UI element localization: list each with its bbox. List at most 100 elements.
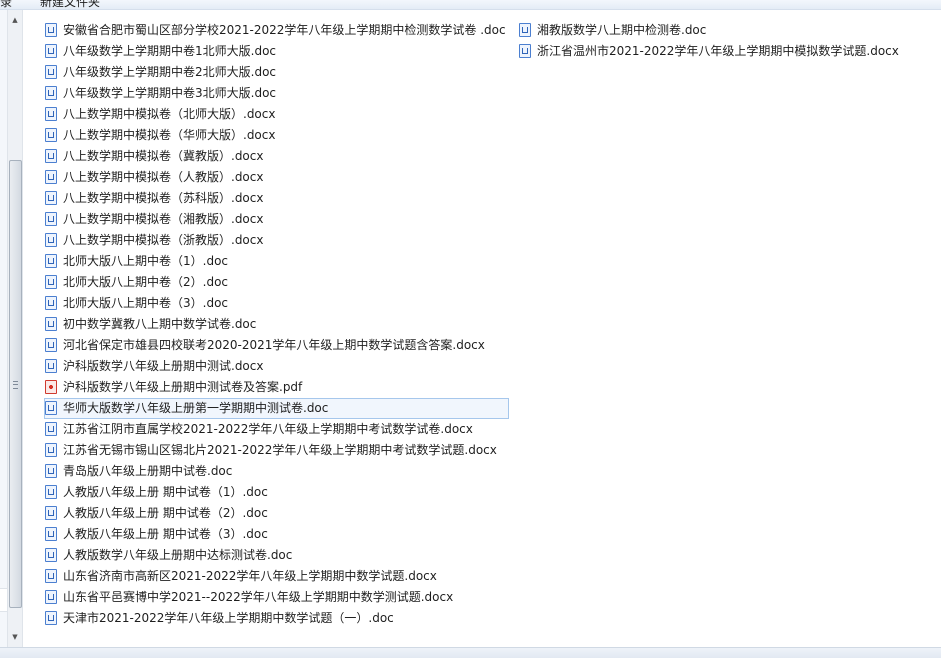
file-name: 华师大版数学八年级上册第一学期期中测试卷.doc <box>63 401 329 415</box>
file-item[interactable]: 北师大版八上期中卷（2）.doc <box>44 272 509 293</box>
vertical-scrollbar[interactable]: ▲ ▼ <box>7 10 23 647</box>
word-doc-icon <box>45 611 57 625</box>
file-item[interactable]: 八年级数学上学期期中卷2北师大版.doc <box>44 62 509 83</box>
file-item[interactable]: 沪科版数学八年级上册期中测试卷及答案.pdf <box>44 377 509 398</box>
file-item[interactable]: 八上数学期中模拟卷（人教版）.docx <box>44 167 509 188</box>
word-doc-icon <box>519 44 531 58</box>
scroll-down-arrow-icon[interactable]: ▼ <box>8 629 22 645</box>
word-doc-icon <box>45 254 57 268</box>
file-name: 河北省保定市雄县四校联考2020-2021学年八年级上期中数学试题含答案.doc… <box>63 338 485 352</box>
toolbar: 录 新建文件夹 <box>0 0 941 10</box>
word-doc-icon <box>45 107 57 121</box>
file-name: 人教版八年级上册 期中试卷（2）.doc <box>63 506 268 520</box>
file-name: 八上数学期中模拟卷（北师大版）.docx <box>63 107 276 121</box>
file-item[interactable]: 人教版八年级上册 期中试卷（2）.doc <box>44 503 509 524</box>
file-name: 北师大版八上期中卷（1）.doc <box>63 254 229 268</box>
file-column-1: 安徽省合肥市蜀山区部分学校2021-2022学年八年级上学期期中检测数学试卷 .… <box>44 20 509 629</box>
word-doc-icon <box>45 527 57 541</box>
file-name: 初中数学冀教八上期中数学试卷.doc <box>63 317 257 331</box>
file-list-view: 安徽省合肥市蜀山区部分学校2021-2022学年八年级上学期期中检测数学试卷 .… <box>22 10 941 647</box>
word-doc-icon <box>45 296 57 310</box>
file-item[interactable]: 八上数学期中模拟卷（北师大版）.docx <box>44 104 509 125</box>
pdf-icon <box>45 380 57 394</box>
file-item[interactable]: 河北省保定市雄县四校联考2020-2021学年八年级上期中数学试题含答案.doc… <box>44 335 509 356</box>
file-name: 八上数学期中模拟卷（湘教版）.docx <box>63 212 264 226</box>
word-doc-icon <box>45 86 57 100</box>
word-doc-icon <box>45 212 57 226</box>
navigation-pane-scroll[interactable] <box>0 588 7 612</box>
file-item[interactable]: 山东省济南市高新区2021-2022学年八年级上学期期中数学试题.docx <box>44 566 509 587</box>
file-item[interactable]: 青岛版八年级上册期中试卷.doc <box>44 461 509 482</box>
word-doc-icon <box>45 44 57 58</box>
file-name: 青岛版八年级上册期中试卷.doc <box>63 464 233 478</box>
word-doc-icon <box>45 464 57 478</box>
file-item[interactable]: 人教版八年级上册 期中试卷（3）.doc <box>44 524 509 545</box>
file-item[interactable]: 安徽省合肥市蜀山区部分学校2021-2022学年八年级上学期期中检测数学试卷 .… <box>44 20 509 41</box>
file-name: 八上数学期中模拟卷（浙教版）.docx <box>63 233 264 247</box>
file-name: 八上数学期中模拟卷（人教版）.docx <box>63 170 264 184</box>
word-doc-icon <box>45 170 57 184</box>
file-name: 八年级数学上学期期中卷2北师大版.doc <box>63 65 277 79</box>
new-folder-button[interactable]: 新建文件夹 <box>40 0 100 9</box>
file-item[interactable]: 八上数学期中模拟卷（华师大版）.docx <box>44 125 509 146</box>
file-name: 江苏省江阴市直属学校2021-2022学年八年级上学期期中考试数学试卷.docx <box>63 422 473 436</box>
file-name: 人教版八年级上册 期中试卷（3）.doc <box>63 527 268 541</box>
file-item[interactable]: 江苏省江阴市直属学校2021-2022学年八年级上学期期中考试数学试卷.docx <box>44 419 509 440</box>
file-name: 山东省济南市高新区2021-2022学年八年级上学期期中数学试题.docx <box>63 569 437 583</box>
word-doc-icon <box>519 23 531 37</box>
file-name: 人教版八年级上册 期中试卷（1）.doc <box>63 485 268 499</box>
file-name: 八年级数学上学期期中卷1北师大版.doc <box>63 44 277 58</box>
word-doc-icon <box>45 506 57 520</box>
file-name: 人教版数学八年级上册期中达标测试卷.doc <box>63 548 293 562</box>
scrollbar-thumb[interactable] <box>9 160 22 608</box>
file-name: 八上数学期中模拟卷（冀教版）.docx <box>63 149 264 163</box>
file-item[interactable]: 北师大版八上期中卷（3）.doc <box>44 293 509 314</box>
file-name: 北师大版八上期中卷（2）.doc <box>63 275 229 289</box>
file-name: 沪科版数学八年级上册期中测试卷及答案.pdf <box>63 380 303 394</box>
word-doc-icon <box>45 569 57 583</box>
status-bar <box>0 647 941 658</box>
word-doc-icon <box>45 485 57 499</box>
file-item[interactable]: 湘教版数学八上期中检测卷.doc <box>518 20 902 41</box>
file-item[interactable]: 北师大版八上期中卷（1）.doc <box>44 251 509 272</box>
word-doc-icon <box>45 191 57 205</box>
file-item[interactable]: 山东省平邑赛博中学2021--2022学年八年级上学期期中数学测试题.docx <box>44 587 509 608</box>
file-name: 沪科版数学八年级上册期中测试.docx <box>63 359 264 373</box>
file-name: 江苏省无锡市锡山区锡北片2021-2022学年八年级上学期期中考试数学试题.do… <box>63 443 497 457</box>
file-item[interactable]: 八上数学期中模拟卷（冀教版）.docx <box>44 146 509 167</box>
word-doc-icon <box>45 359 57 373</box>
file-name: 安徽省合肥市蜀山区部分学校2021-2022学年八年级上学期期中检测数学试卷 .… <box>63 23 506 37</box>
file-item[interactable]: 人教版八年级上册 期中试卷（1）.doc <box>44 482 509 503</box>
file-item[interactable]: 八上数学期中模拟卷（湘教版）.docx <box>44 209 509 230</box>
file-item[interactable]: 华师大版数学八年级上册第一学期期中测试卷.doc <box>44 398 509 419</box>
file-item[interactable]: 初中数学冀教八上期中数学试卷.doc <box>44 314 509 335</box>
file-item[interactable]: 沪科版数学八年级上册期中测试.docx <box>44 356 509 377</box>
file-name: 湘教版数学八上期中检测卷.doc <box>537 23 707 37</box>
word-doc-icon <box>45 422 57 436</box>
file-item[interactable]: 天津市2021-2022学年八年级上学期期中数学试题（一）.doc <box>44 608 509 629</box>
word-doc-icon <box>45 443 57 457</box>
scroll-up-arrow-icon[interactable]: ▲ <box>8 12 22 28</box>
word-doc-icon <box>45 401 57 415</box>
word-doc-icon <box>45 65 57 79</box>
file-item[interactable]: 江苏省无锡市锡山区锡北片2021-2022学年八年级上学期期中考试数学试题.do… <box>44 440 509 461</box>
file-name: 八上数学期中模拟卷（华师大版）.docx <box>63 128 276 142</box>
file-item[interactable]: 八年级数学上学期期中卷3北师大版.doc <box>44 83 509 104</box>
file-item[interactable]: 浙江省温州市2021-2022学年八年级上学期期中模拟数学试题.docx <box>518 41 902 62</box>
file-item[interactable]: 八上数学期中模拟卷（浙教版）.docx <box>44 230 509 251</box>
file-name: 天津市2021-2022学年八年级上学期期中数学试题（一）.doc <box>63 611 394 625</box>
word-doc-icon <box>45 275 57 289</box>
file-column-2: 湘教版数学八上期中检测卷.doc 浙江省温州市2021-2022学年八年级上学期期… <box>518 20 902 62</box>
word-doc-icon <box>45 590 57 604</box>
word-doc-icon <box>45 128 57 142</box>
file-name: 浙江省温州市2021-2022学年八年级上学期期中模拟数学试题.docx <box>537 44 899 58</box>
file-item[interactable]: 八年级数学上学期期中卷1北师大版.doc <box>44 41 509 62</box>
word-doc-icon <box>45 233 57 247</box>
toolbar-item[interactable]: 录 <box>0 0 12 9</box>
word-doc-icon <box>45 548 57 562</box>
word-doc-icon <box>45 149 57 163</box>
file-item[interactable]: 八上数学期中模拟卷（苏科版）.docx <box>44 188 509 209</box>
file-name: 八上数学期中模拟卷（苏科版）.docx <box>63 191 264 205</box>
scrollbar-grip-icon <box>13 381 18 389</box>
file-item[interactable]: 人教版数学八年级上册期中达标测试卷.doc <box>44 545 509 566</box>
